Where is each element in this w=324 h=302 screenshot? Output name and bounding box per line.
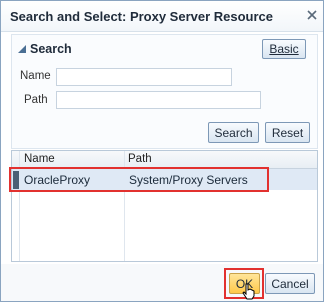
dialog: Search and Select: Proxy Server Resource… bbox=[0, 0, 324, 302]
column-header-name[interactable]: Name bbox=[24, 153, 55, 165]
search-panel: Search Basic Name Path Search Reset bbox=[11, 34, 318, 149]
path-label: Path bbox=[24, 94, 48, 106]
dialog-titlebar: Search and Select: Proxy Server Resource bbox=[1, 1, 323, 32]
basic-button-label: Basic bbox=[269, 42, 299, 56]
collapse-triangle-icon[interactable] bbox=[18, 45, 26, 53]
mouse-cursor-icon bbox=[242, 283, 255, 300]
column-header-path[interactable]: Path bbox=[128, 153, 152, 165]
cancel-button[interactable]: Cancel bbox=[265, 273, 315, 294]
search-heading[interactable]: Search bbox=[18, 42, 72, 56]
close-icon[interactable] bbox=[306, 9, 318, 21]
search-heading-label: Search bbox=[30, 42, 72, 56]
dialog-title: Search and Select: Proxy Server Resource bbox=[10, 9, 274, 24]
name-label: Name bbox=[20, 70, 51, 82]
row-highlight-box bbox=[9, 167, 269, 192]
basic-button[interactable]: Basic bbox=[262, 39, 306, 59]
path-input[interactable] bbox=[56, 91, 261, 109]
name-input[interactable] bbox=[56, 68, 232, 86]
reset-button[interactable]: Reset bbox=[265, 122, 310, 143]
search-button[interactable]: Search bbox=[208, 122, 259, 143]
